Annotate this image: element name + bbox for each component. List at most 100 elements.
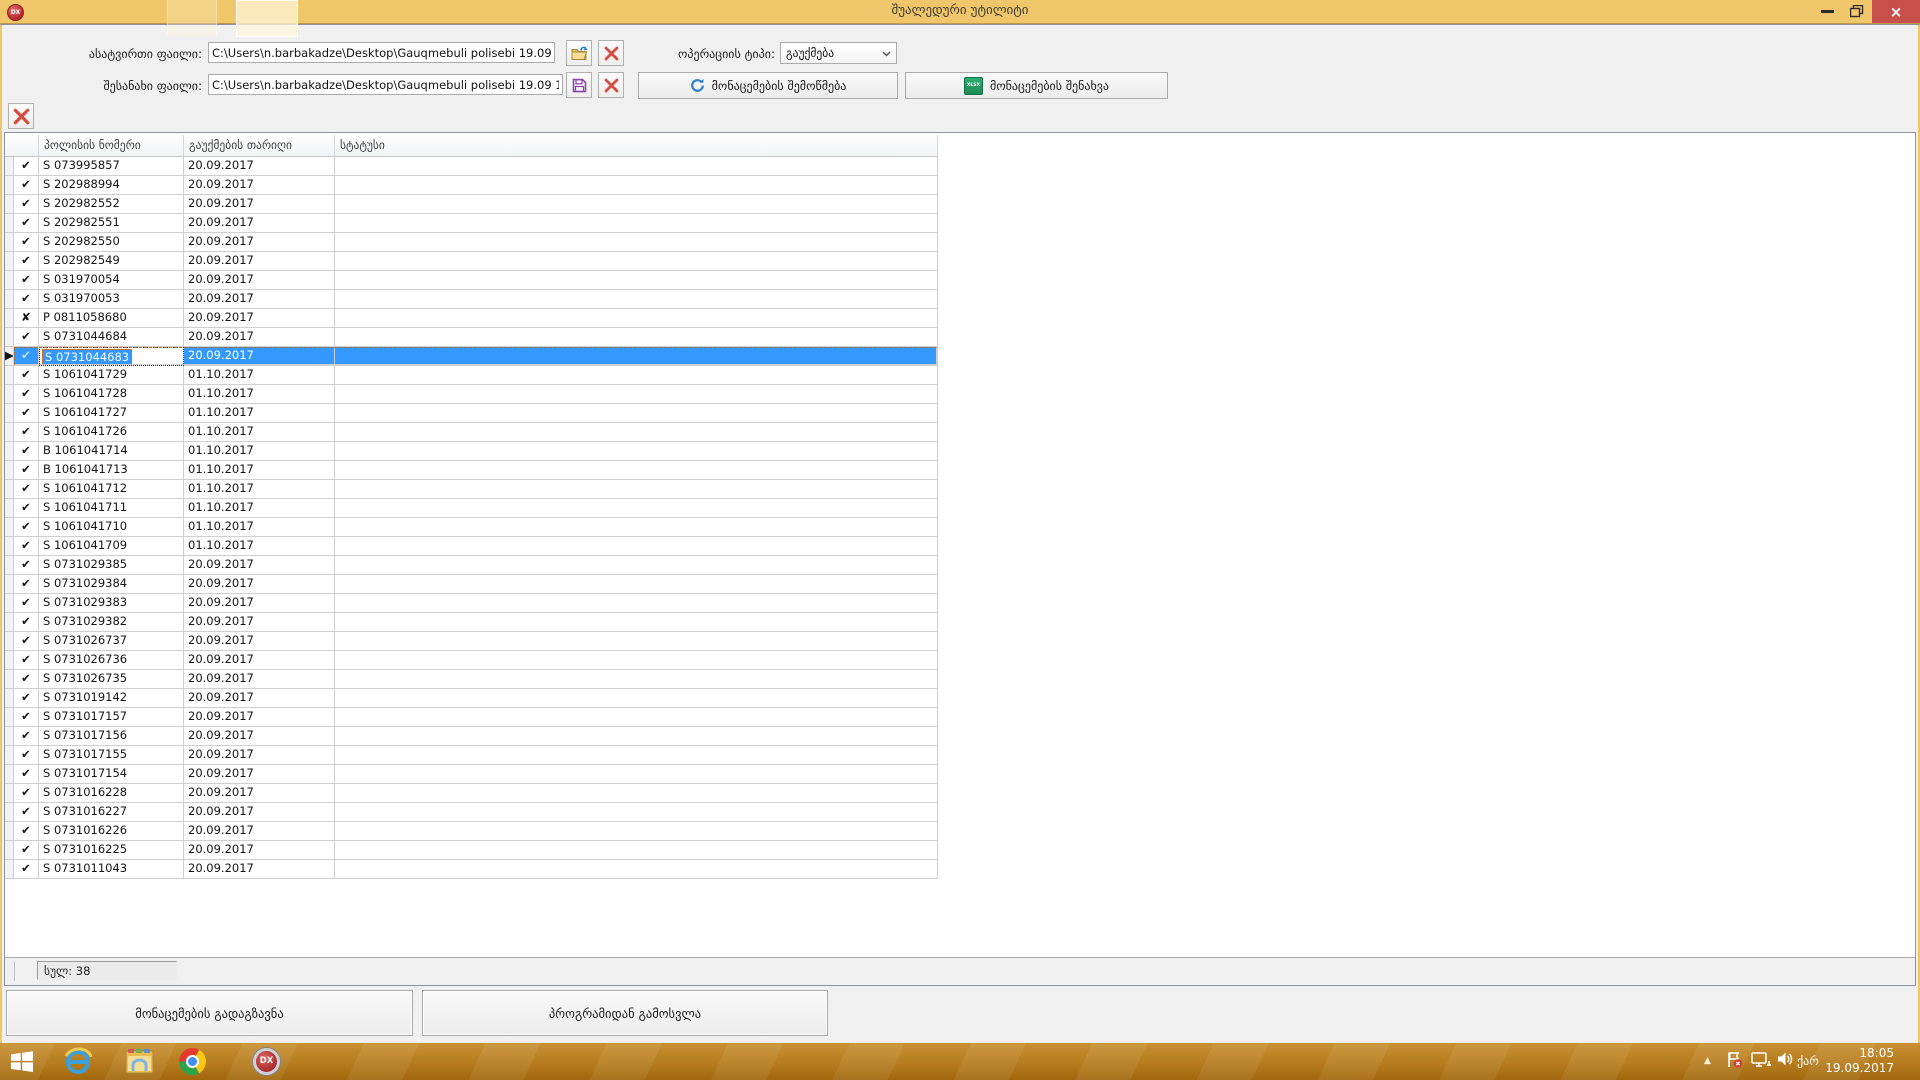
refresh-icon	[690, 78, 705, 93]
cancel-date-cell: 20.09.2017	[184, 252, 335, 271]
close-icon: ×	[1890, 3, 1903, 21]
operation-type-select[interactable]: გაუქმება	[780, 42, 897, 64]
dx-app-taskbar-icon[interactable]: DX	[253, 1048, 280, 1075]
taskbar-slot-chrome[interactable]	[167, 0, 217, 37]
table-row[interactable]: ✔S 106104172701.10.2017	[5, 404, 938, 423]
table-row[interactable]: ✔S 073102938320.09.2017	[5, 594, 938, 613]
row-indicator	[5, 803, 14, 822]
open-file-button[interactable]	[566, 40, 592, 66]
table-row[interactable]: ✘P 081105868020.09.2017	[5, 309, 938, 328]
table-row[interactable]: ✔S 106104171101.10.2017	[5, 499, 938, 518]
status-cell	[335, 423, 938, 442]
table-row[interactable]: ✔S 106104170901.10.2017	[5, 537, 938, 556]
table-row[interactable]: ✔S 073101914220.09.2017	[5, 689, 938, 708]
row-indicator	[5, 423, 14, 442]
check-mark-icon: ✔	[14, 746, 39, 765]
cancel-date-cell: 20.09.2017	[184, 594, 335, 613]
table-row[interactable]: ✔S 03197005420.09.2017	[5, 271, 938, 290]
table-row[interactable]: ✔S 20298254920.09.2017	[5, 252, 938, 271]
send-data-button[interactable]: მონაცემების გადაგზავნა	[6, 990, 413, 1036]
status-cell	[335, 404, 938, 423]
table-row[interactable]: ✔B 106104171401.10.2017	[5, 442, 938, 461]
table-row[interactable]: ✔S 073101715420.09.2017	[5, 765, 938, 784]
check-mark-icon: ✔	[14, 651, 39, 670]
internet-explorer-icon[interactable]	[62, 1045, 94, 1077]
policy-number-cell: S 0731019142	[39, 689, 184, 708]
policy-number-cell: S 202982551	[39, 214, 184, 233]
file-explorer-icon[interactable]	[124, 1048, 155, 1076]
check-mark-icon: ✔	[14, 518, 39, 537]
cancel-date-cell: 20.09.2017	[184, 347, 335, 366]
chrome-icon[interactable]	[179, 1048, 206, 1075]
cancel-date-cell: 20.09.2017	[184, 651, 335, 670]
table-row[interactable]: ✔S 20298255220.09.2017	[5, 195, 938, 214]
check-mark-icon: ✔	[14, 613, 39, 632]
cancel-date-cell: 01.10.2017	[184, 537, 335, 556]
status-cell	[335, 385, 938, 404]
clear-all-button[interactable]	[8, 103, 34, 129]
chevron-down-icon	[882, 51, 891, 57]
save-file-button[interactable]	[566, 72, 592, 98]
table-row[interactable]: ✔S 106104172601.10.2017	[5, 423, 938, 442]
table-row[interactable]: ✔S 073101715620.09.2017	[5, 727, 938, 746]
volume-icon[interactable]	[1777, 1051, 1794, 1071]
clock[interactable]: 18:05 19.09.2017	[1818, 1046, 1894, 1076]
red-x-icon	[13, 108, 30, 125]
policy-number-cell: S 1061041711	[39, 499, 184, 518]
table-row[interactable]: ▶✔S 073104468320.09.2017	[5, 347, 938, 366]
restore-icon	[1850, 5, 1864, 18]
cancel-date-cell: 20.09.2017	[184, 670, 335, 689]
tray-chevron-up-icon[interactable]: ▲	[1704, 1056, 1711, 1066]
check-mark-icon: ✔	[14, 176, 39, 195]
minimize-button[interactable]	[1812, 0, 1842, 23]
row-indicator	[5, 290, 14, 309]
row-indicator	[5, 404, 14, 423]
table-row[interactable]: ✔S 073101622820.09.2017	[5, 784, 938, 803]
table-row[interactable]: ✔S 073101622720.09.2017	[5, 803, 938, 822]
table-row[interactable]: ✔S 03197005320.09.2017	[5, 290, 938, 309]
table-row[interactable]: ✔S 073102673720.09.2017	[5, 632, 938, 651]
table-row[interactable]: ✔S 073102673620.09.2017	[5, 651, 938, 670]
table-row[interactable]: ✔S 073101104320.09.2017	[5, 860, 938, 879]
taskbar-slot-dx-active[interactable]	[236, 0, 298, 37]
language-indicator[interactable]: ქარ	[1797, 1054, 1819, 1068]
table-row[interactable]: ✔S 106104172901.10.2017	[5, 366, 938, 385]
table-row[interactable]: ✔S 20298255120.09.2017	[5, 214, 938, 233]
table-row[interactable]: ✔S 073102938420.09.2017	[5, 575, 938, 594]
table-row[interactable]: ✔S 106104171201.10.2017	[5, 480, 938, 499]
status-cell	[335, 290, 938, 309]
table-row[interactable]: ✔S 106104172801.10.2017	[5, 385, 938, 404]
table-row[interactable]: ✔S 106104171001.10.2017	[5, 518, 938, 537]
close-button[interactable]: ×	[1872, 0, 1920, 23]
table-row[interactable]: ✔S 073102938220.09.2017	[5, 613, 938, 632]
table-row[interactable]: ✔S 073102938520.09.2017	[5, 556, 938, 575]
check-mark-icon: ✔	[14, 195, 39, 214]
table-row[interactable]: ✔B 106104171301.10.2017	[5, 461, 938, 480]
action-center-flag-icon[interactable]	[1726, 1051, 1743, 1072]
table-row[interactable]: ✔S 073104468420.09.2017	[5, 328, 938, 347]
clear-target-button[interactable]	[598, 72, 624, 98]
cancel-date-cell: 01.10.2017	[184, 442, 335, 461]
table-row[interactable]: ✔S 073101715720.09.2017	[5, 708, 938, 727]
send-data-label: მონაცემების გადაგზავნა	[135, 1006, 283, 1021]
table-row[interactable]: ✔S 073101715520.09.2017	[5, 746, 938, 765]
check-data-button[interactable]: მონაცემების შემოწმება	[638, 72, 898, 99]
start-button[interactable]	[11, 1051, 33, 1072]
source-file-input[interactable]	[208, 42, 555, 63]
exit-program-button[interactable]: პროგრამიდან გამოსვლა	[422, 990, 828, 1036]
table-row[interactable]: ✔S 20298255020.09.2017	[5, 233, 938, 252]
check-mark-icon: ✔	[14, 575, 39, 594]
maximize-button[interactable]	[1842, 0, 1872, 23]
table-row[interactable]: ✔S 073101622520.09.2017	[5, 841, 938, 860]
check-mark-icon: ✔	[14, 841, 39, 860]
table-row[interactable]: ✔S 07399585720.09.2017	[5, 157, 938, 176]
status-cell	[335, 632, 938, 651]
policy-number-cell: S 0731016226	[39, 822, 184, 841]
export-data-button[interactable]: XLSX მონაცემების შენახვა	[905, 72, 1168, 99]
table-row[interactable]: ✔S 073101622620.09.2017	[5, 822, 938, 841]
table-row[interactable]: ✔S 20298899420.09.2017	[5, 176, 938, 195]
network-icon[interactable]	[1751, 1052, 1772, 1072]
target-file-input[interactable]	[208, 74, 563, 95]
table-row[interactable]: ✔S 073102673520.09.2017	[5, 670, 938, 689]
cancel-date-cell: 20.09.2017	[184, 195, 335, 214]
